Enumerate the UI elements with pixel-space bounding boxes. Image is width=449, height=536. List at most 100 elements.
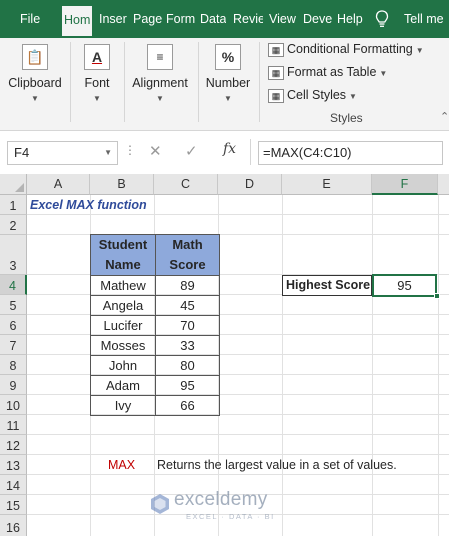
font-group[interactable]: A Font ▼ <box>74 38 120 131</box>
chevron-down-icon: ▼ <box>31 94 39 103</box>
insert-function-icon[interactable]: fx <box>223 141 236 157</box>
row-header-5[interactable]: 5 <box>0 295 27 315</box>
math-score-cell[interactable]: 80 <box>155 355 220 376</box>
ribbon-divider <box>70 42 71 122</box>
row-header-6[interactable]: 6 <box>0 315 27 335</box>
gridline <box>438 195 439 536</box>
clipboard-group[interactable]: 📋 Clipboard ▼ <box>4 38 66 131</box>
tab-review[interactable]: Revie <box>233 0 263 38</box>
math-score-cell[interactable]: 45 <box>155 295 220 316</box>
function-name-cell[interactable]: MAX <box>108 458 135 472</box>
format-as-table-button[interactable]: ▦ Format as Table ▼ <box>268 65 387 85</box>
row-header-16[interactable]: 16 <box>0 515 27 536</box>
tab-file[interactable]: File <box>20 0 40 38</box>
row-header-8[interactable]: 8 <box>0 355 27 375</box>
gridline <box>27 474 449 475</box>
table-row: Ivy 66 <box>90 395 220 416</box>
watermark-name: exceldemy <box>174 489 268 510</box>
ribbon-divider <box>259 42 260 122</box>
row-header-15[interactable]: 15 <box>0 495 27 515</box>
column-header-g[interactable] <box>438 174 449 195</box>
math-score-cell[interactable]: 66 <box>155 395 220 416</box>
student-name-cell[interactable]: Ivy <box>90 395 156 416</box>
table-row: Mathew 89 <box>90 275 220 296</box>
clipboard-label: Clipboard <box>8 76 62 90</box>
student-name-cell[interactable]: Mosses <box>90 335 156 356</box>
conditional-formatting-icon: ▦ <box>268 42 284 57</box>
tab-view[interactable]: View <box>269 0 296 38</box>
tab-developer[interactable]: Deve <box>303 0 332 38</box>
tab-page-layout[interactable]: Page <box>133 0 162 38</box>
header-math-score[interactable]: Math Score <box>155 234 220 276</box>
row-header-10[interactable]: 10 <box>0 395 27 415</box>
row-header-14[interactable]: 14 <box>0 475 27 495</box>
cell-styles-button[interactable]: ▦ Cell Styles ▼ <box>268 88 357 108</box>
row-header-1[interactable]: 1 <box>0 195 27 215</box>
table-row: John 80 <box>90 355 220 376</box>
student-name-cell[interactable]: Adam <box>90 375 156 396</box>
fill-handle[interactable] <box>434 293 440 299</box>
row-header-2[interactable]: 2 <box>0 215 27 235</box>
formula-divider <box>250 139 251 165</box>
number-group[interactable]: % Number ▼ <box>202 38 254 131</box>
function-description-cell[interactable]: Returns the largest value in a set of va… <box>157 458 397 472</box>
watermark-tagline: EXCEL · DATA · BI <box>186 512 275 521</box>
header-student-name[interactable]: Student Name <box>90 234 156 276</box>
column-header-e[interactable]: E <box>282 174 372 195</box>
alignment-group[interactable]: ≡ Alignment ▼ <box>128 38 192 131</box>
tell-me-search[interactable]: Tell me <box>404 0 444 38</box>
align-lines-icon: ≡ <box>147 44 173 70</box>
tab-insert[interactable]: Inser <box>99 0 127 38</box>
table-row: Angela 45 <box>90 295 220 316</box>
math-score-cell[interactable]: 95 <box>155 375 220 396</box>
conditional-formatting-button[interactable]: ▦ Conditional Formatting ▼ <box>268 42 424 62</box>
column-header-b[interactable]: B <box>90 174 154 195</box>
chevron-down-icon: ▼ <box>93 94 101 103</box>
row-header-7[interactable]: 7 <box>0 335 27 355</box>
exceldemy-watermark: exceldemy EXCEL · DATA · BI <box>150 487 300 525</box>
tab-data[interactable]: Data <box>200 0 226 38</box>
math-score-cell[interactable]: 89 <box>155 275 220 296</box>
column-header-f[interactable]: F <box>372 174 438 195</box>
name-box[interactable]: F4 ▼ <box>7 141 118 165</box>
table-row: Mosses 33 <box>90 335 220 356</box>
collapse-ribbon-icon[interactable]: ⌃ <box>440 110 449 123</box>
number-label: Number <box>205 76 251 90</box>
column-header-c[interactable]: C <box>154 174 218 195</box>
formula-input[interactable]: =MAX(C4:C10) <box>258 141 443 165</box>
tab-home[interactable]: Hom <box>62 6 93 38</box>
gridline <box>372 195 373 536</box>
enter-check-icon[interactable]: ✓ <box>185 142 198 160</box>
row-header-4[interactable]: 4 <box>0 275 27 295</box>
more-options-icon[interactable]: ⋮ <box>124 143 136 157</box>
column-header-d[interactable]: D <box>218 174 282 195</box>
chevron-down-icon: ▼ <box>104 148 112 157</box>
row-header-12[interactable]: 12 <box>0 435 27 455</box>
math-score-cell[interactable]: 70 <box>155 315 220 336</box>
math-score-cell[interactable]: 33 <box>155 335 220 356</box>
tab-formulas[interactable]: Form <box>166 0 196 38</box>
table-row: Adam 95 <box>90 375 220 396</box>
gridline <box>27 214 449 215</box>
row-header-13[interactable]: 13 <box>0 455 27 475</box>
student-name-cell[interactable]: John <box>90 355 156 376</box>
highest-score-label-cell[interactable]: Highest Score <box>282 275 372 296</box>
student-name-cell[interactable]: Mathew <box>90 275 156 296</box>
gridline <box>27 454 449 455</box>
row-header-9[interactable]: 9 <box>0 375 27 395</box>
gridline <box>282 195 283 536</box>
row-header-3[interactable]: 3 <box>0 235 27 275</box>
worksheet-grid[interactable]: A B C D E F 1 2 3 4 5 6 7 8 9 10 11 12 1… <box>0 174 449 536</box>
cancel-icon[interactable]: ✕ <box>149 142 162 160</box>
highest-score-value-cell[interactable]: 95 <box>372 274 437 297</box>
ribbon-divider <box>198 42 199 122</box>
tab-help[interactable]: Help <box>337 0 363 38</box>
column-header-a[interactable]: A <box>27 174 90 195</box>
alignment-label: Alignment <box>132 76 188 90</box>
student-name-cell[interactable]: Lucifer <box>90 315 156 336</box>
row-header-11[interactable]: 11 <box>0 415 27 435</box>
select-all-button[interactable] <box>0 174 27 195</box>
student-name-cell[interactable]: Angela <box>90 295 156 316</box>
chevron-down-icon: ▼ <box>224 94 232 103</box>
lightbulb-icon[interactable] <box>375 10 389 28</box>
